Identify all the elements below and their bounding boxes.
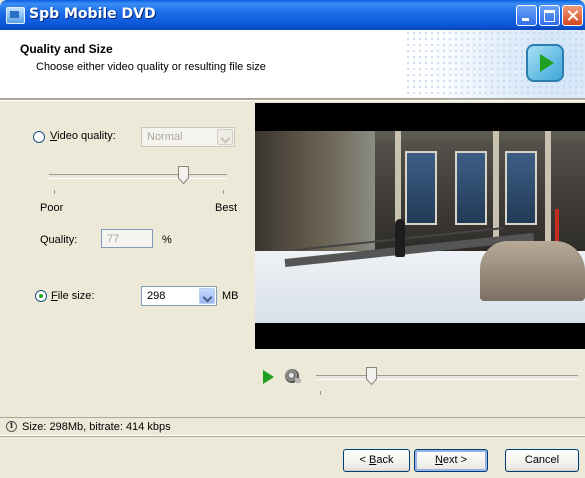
dvd-logo-icon (526, 44, 564, 82)
file-size-radio[interactable] (35, 290, 47, 302)
video-quality-value: Normal (147, 131, 183, 143)
status-text: Size: 298Mb, bitrate: 414 kbps (22, 421, 171, 433)
back-button[interactable]: < Back (343, 449, 410, 472)
info-icon: i (6, 421, 17, 432)
video-quality-label-rest: ideo quality: (57, 130, 116, 142)
status-bar: i Size: 298Mb, bitrate: 414 kbps (0, 417, 585, 436)
video-quality-label[interactable]: Video quality: (50, 130, 116, 142)
video-quality-radio[interactable] (33, 131, 45, 143)
quality-input-value: 77 (107, 233, 120, 245)
minimize-button[interactable] (516, 5, 537, 26)
slider-min-label: Poor (40, 202, 64, 214)
file-size-label[interactable]: File size: (51, 290, 94, 302)
play-icon[interactable] (263, 370, 274, 384)
file-size-unit: MB (222, 290, 239, 302)
next-accel: N (434, 454, 443, 466)
file-size-value: 298 (147, 290, 166, 302)
quality-input[interactable]: 77 (101, 229, 153, 248)
quality-label: Quality: (40, 234, 78, 246)
back-rest: ack (376, 454, 394, 466)
slider-tick-min (54, 190, 55, 194)
chevron-down-icon[interactable] (217, 129, 233, 145)
maximize-button[interactable] (539, 5, 560, 26)
quality-slider-thumb[interactable] (177, 166, 189, 184)
cancel-button[interactable]: Cancel (505, 449, 579, 472)
seek-slider-thumb[interactable] (366, 367, 378, 385)
video-preview (255, 103, 585, 349)
next-button[interactable]: Next > (414, 449, 488, 472)
file-size-accel: F (51, 290, 58, 302)
seek-tick (320, 391, 321, 395)
next-rest: ext > (442, 454, 468, 466)
page-title: Quality and Size (20, 42, 113, 56)
slider-tick-max (223, 190, 224, 194)
bottom-divider (0, 436, 585, 437)
quality-slider-track[interactable] (49, 174, 227, 179)
chevron-down-icon[interactable] (199, 288, 215, 304)
file-size-label-rest: ile size: (57, 290, 95, 302)
quality-unit: % (162, 234, 172, 246)
window-title: Spb Mobile DVD (29, 6, 156, 22)
back-prefix: < (359, 454, 369, 466)
video-frame-image (255, 131, 585, 323)
page-subtitle: Choose either video quality or resulting… (36, 61, 266, 73)
file-size-combo[interactable]: 298 (141, 286, 217, 306)
wizard-header: Quality and Size Choose either video qua… (0, 30, 585, 98)
header-divider (0, 98, 585, 101)
title-bar[interactable]: Spb Mobile DVD (0, 0, 585, 30)
seek-slider-track[interactable] (316, 375, 578, 380)
video-quality-combo[interactable]: Normal (141, 127, 235, 147)
close-button[interactable] (562, 5, 583, 26)
snapshot-icon[interactable] (285, 369, 301, 383)
app-icon (6, 7, 25, 24)
slider-max-label: Best (215, 202, 238, 214)
